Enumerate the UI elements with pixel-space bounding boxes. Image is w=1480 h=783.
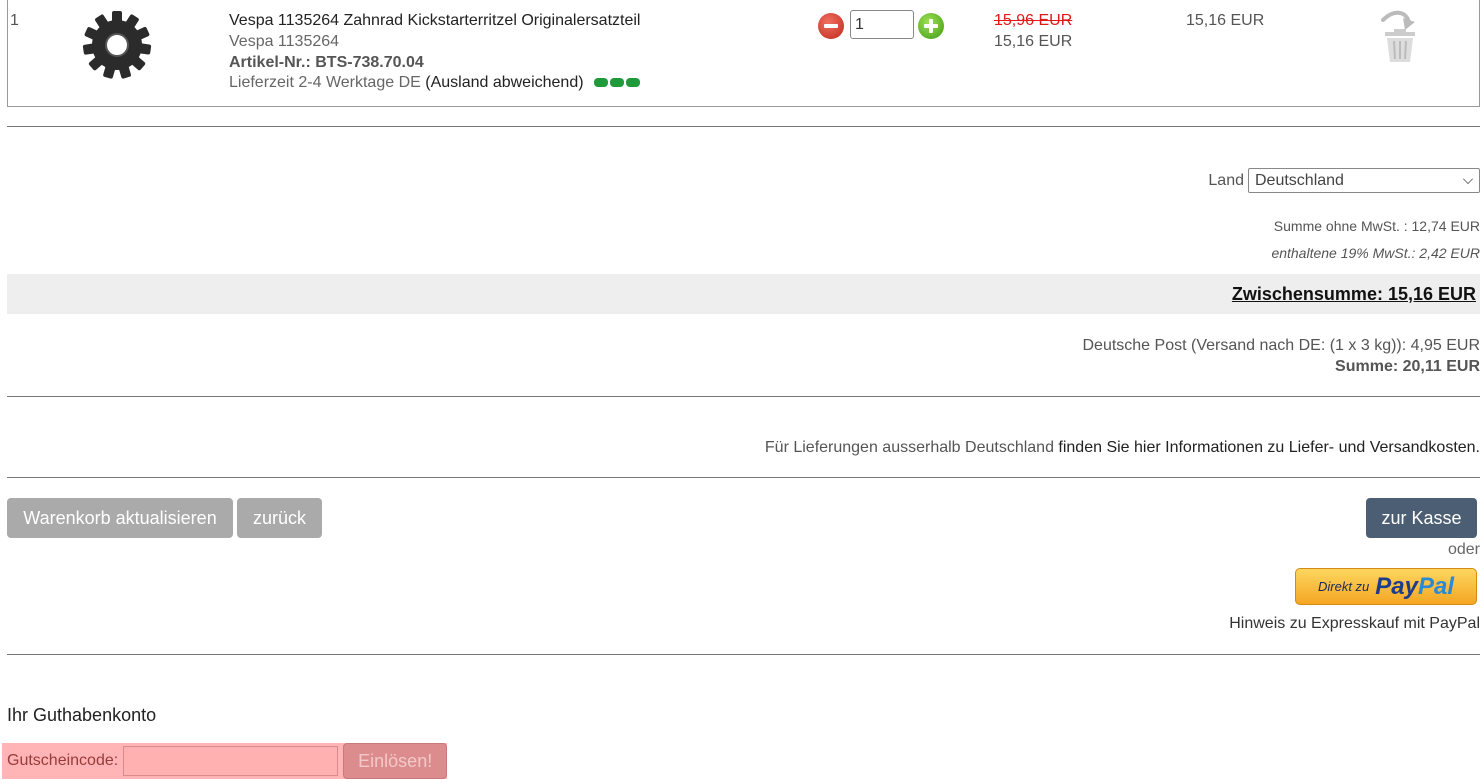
divider <box>7 126 1480 127</box>
trash-icon[interactable] <box>1375 8 1425 68</box>
quantity-input[interactable] <box>850 10 914 39</box>
article-number-label: Artikel-Nr.: <box>229 54 316 71</box>
delivery-abroad-text: (Ausland abweichend) <box>425 74 584 91</box>
back-button[interactable]: zurück <box>237 498 322 538</box>
subtotal: Zwischensumme: 15,16 EUR <box>1231 284 1476 304</box>
update-cart-button[interactable]: Warenkorb aktualisieren <box>7 498 233 538</box>
coupon-row: Gutscheincode: Einlösen! <box>2 743 448 779</box>
price-old: 15,96 EUR <box>994 12 1073 29</box>
product-subtitle: Vespa 1135264 <box>229 33 340 50</box>
paypal-logo-pal: Pal <box>1417 572 1455 600</box>
price-total: 15,16 EUR <box>1186 12 1265 29</box>
coupon-input[interactable] <box>123 746 339 776</box>
divider <box>7 654 1480 655</box>
country-select-group: Land Deutschland <box>1208 168 1480 193</box>
paypal-logo-pay: Pay <box>1375 572 1418 600</box>
tax-included: enthaltene 19% MwSt.: 2,42 EUR <box>1271 245 1480 261</box>
quantity-increase-button[interactable] <box>918 13 944 39</box>
delivery-info-link[interactable]: finden Sie hier Informationen zu Liefer-… <box>1058 439 1480 456</box>
coupon-label: Gutscheincode: <box>7 752 119 769</box>
article-number: Artikel-Nr.: BTS-738.70.04 <box>229 54 424 72</box>
item-position: 1 <box>10 12 19 29</box>
credit-account-title: Ihr Guthabenkonto <box>7 705 157 725</box>
country-label: Land <box>1208 171 1244 189</box>
or-label: oder <box>1447 541 1480 558</box>
shipping-cost: Deutsche Post (Versand nach DE: (1 x 3 k… <box>1082 337 1480 354</box>
paypal-note-link[interactable]: Hinweis zu Expresskauf mit PayPal <box>1229 615 1480 633</box>
grand-total: Summe: 20,11 EUR <box>1335 358 1480 375</box>
article-number-value: BTS-738.70.04 <box>315 54 424 71</box>
quantity-decrease-button[interactable] <box>818 13 844 39</box>
gear-icon[interactable] <box>80 10 154 80</box>
paypal-express-button[interactable]: Direkt zu PayPal <box>1295 568 1477 605</box>
delivery-time-text: Lieferzeit 2-4 Werktage DE <box>229 74 426 91</box>
chevron-down-icon <box>1463 174 1473 184</box>
paypal-prefix: Direkt zu <box>1317 579 1370 594</box>
country-select[interactable]: Deutschland <box>1248 168 1480 193</box>
country-select-value: Deutschland <box>1255 171 1344 189</box>
delivery-info-prefix: Für Lieferungen ausserhalb Deutschland <box>764 439 1059 456</box>
divider <box>7 477 1480 478</box>
paypal-logo: PayPal <box>1375 573 1454 601</box>
delivery-time: Lieferzeit 2-4 Werktage DE (Ausland abwe… <box>229 74 641 92</box>
product-title[interactable]: Vespa 1135264 Zahnrad Kickstarterritzel … <box>229 12 640 30</box>
delivery-info: Für Lieferungen ausserhalb Deutschland f… <box>765 439 1480 457</box>
redeem-button[interactable]: Einlösen! <box>343 743 448 779</box>
divider <box>7 396 1480 397</box>
availability-indicator <box>594 78 641 88</box>
price-current: 15,16 EUR <box>994 33 1073 50</box>
checkout-button[interactable]: zur Kasse <box>1366 498 1477 538</box>
sum-without-tax: Summe ohne MwSt. : 12,74 EUR <box>1273 218 1480 234</box>
